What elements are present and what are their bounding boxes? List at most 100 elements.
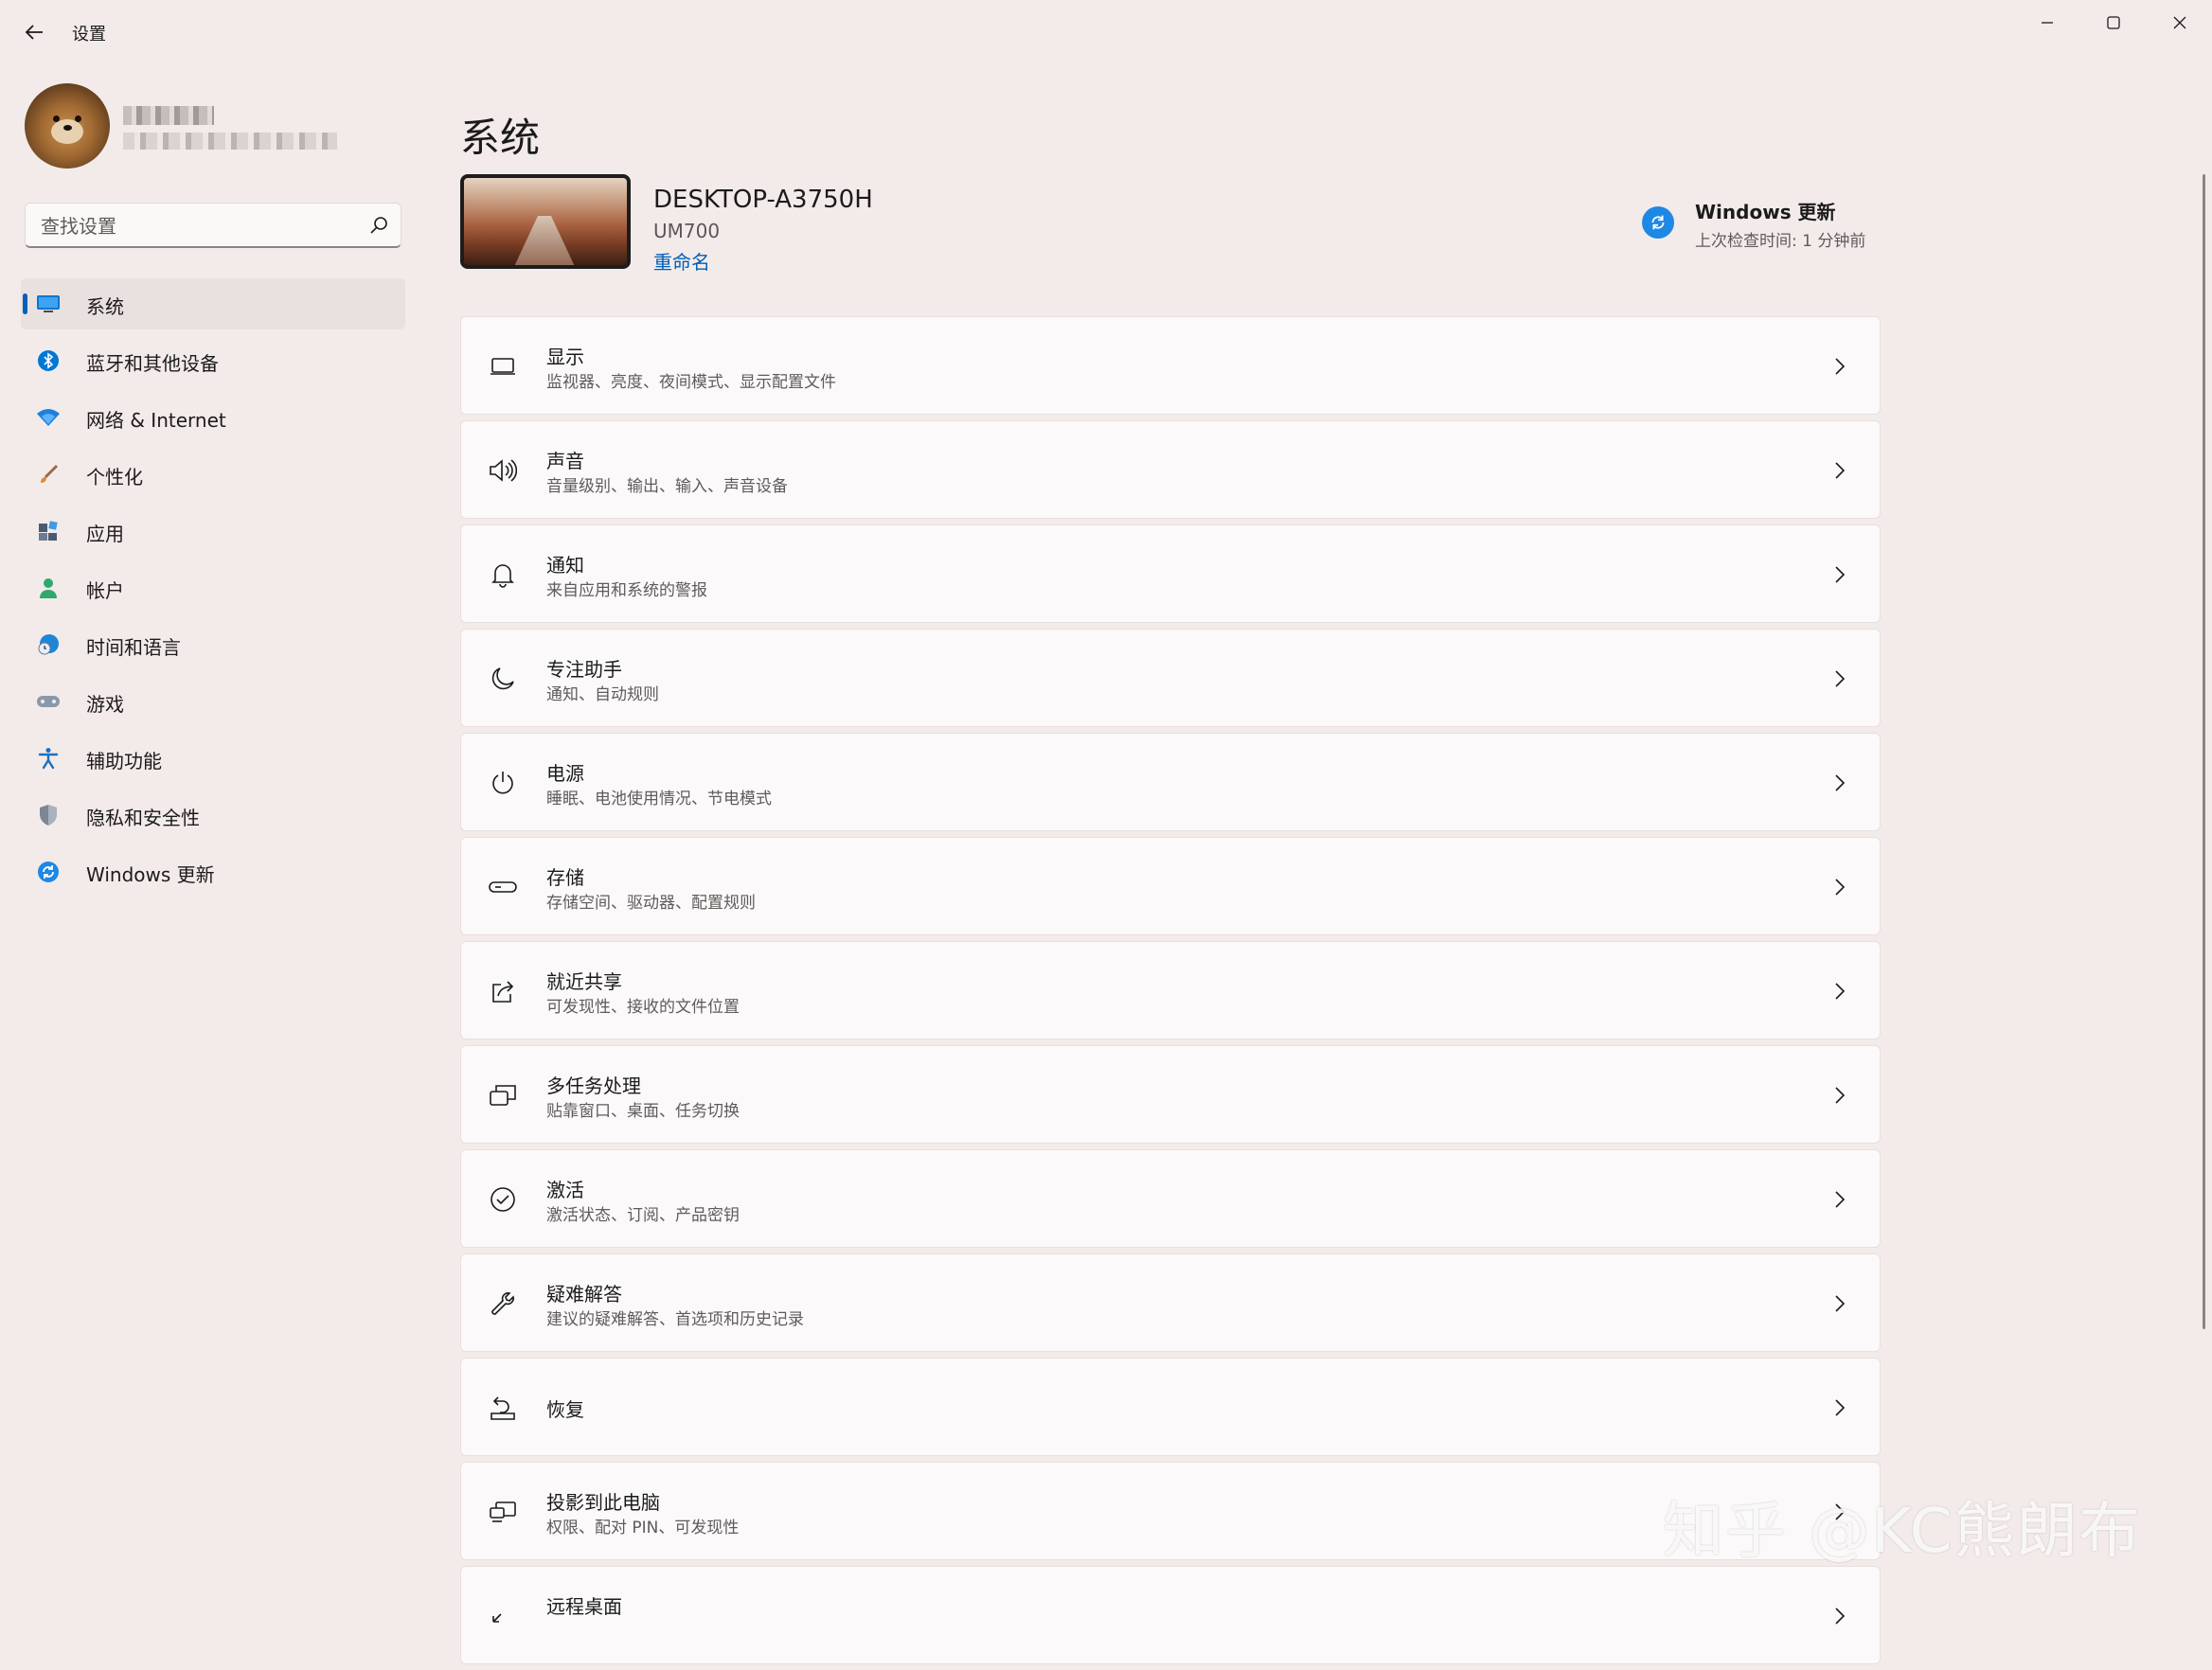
remote-desktop-icon bbox=[492, 1613, 502, 1623]
windows-update-last-checked: 上次检查时间: 1 分钟前 bbox=[1695, 232, 1866, 251]
brush-icon bbox=[41, 464, 59, 483]
multitask-icon bbox=[490, 1085, 516, 1106]
search-icon[interactable] bbox=[368, 215, 389, 236]
user-profile[interactable] bbox=[25, 83, 403, 170]
sidebar-item-time-language[interactable]: 时间和语言 bbox=[21, 619, 405, 670]
sidebar-item-privacy[interactable]: 隐私和安全性 bbox=[21, 790, 405, 841]
card-subtitle: 通知、自动规则 bbox=[546, 685, 659, 704]
close-button[interactable] bbox=[2148, 0, 2212, 45]
avatar bbox=[25, 83, 110, 169]
sidebar-item-windows-update[interactable]: Windows 更新 bbox=[21, 846, 405, 897]
card-title: 就近共享 bbox=[546, 970, 622, 993]
chevron-right-icon bbox=[1835, 774, 1846, 791]
card-subtitle: 贴靠窗口、桌面、任务切换 bbox=[546, 1102, 740, 1121]
device-name: DESKTOP-A3750H bbox=[653, 186, 873, 214]
chevron-right-icon bbox=[1835, 1087, 1846, 1104]
active-indicator bbox=[23, 293, 27, 314]
sidebar-item-label: 时间和语言 bbox=[86, 636, 181, 659]
shield-icon bbox=[40, 805, 57, 826]
sidebar-nav: 系统 蓝牙和其他设备 网络 & Internet 个性化 应用 帐户 时间和语言… bbox=[21, 278, 405, 903]
card-recovery[interactable]: 恢复 bbox=[460, 1358, 1881, 1456]
sidebar-item-accessibility[interactable]: 辅助功能 bbox=[21, 733, 405, 784]
watermark: 知乎 @KC熊朗布 bbox=[1663, 1497, 2142, 1567]
sidebar-item-gaming[interactable]: 游戏 bbox=[21, 676, 405, 727]
user-name-redacted bbox=[123, 106, 214, 125]
apps-icon bbox=[39, 521, 58, 541]
windows-update-title[interactable]: Windows 更新 bbox=[1695, 197, 1836, 224]
card-title: 显示 bbox=[546, 346, 584, 368]
rename-link[interactable]: 重命名 bbox=[653, 247, 710, 275]
sidebar-item-system[interactable]: 系统 bbox=[21, 278, 405, 329]
card-subtitle: 监视器、亮度、夜间模式、显示配置文件 bbox=[546, 373, 836, 392]
sidebar-item-label: 系统 bbox=[86, 295, 124, 318]
sidebar-item-apps[interactable]: 应用 bbox=[21, 506, 405, 557]
search-box[interactable] bbox=[25, 203, 401, 248]
card-title: 投影到此电脑 bbox=[546, 1491, 660, 1514]
back-button[interactable] bbox=[15, 13, 53, 51]
card-remote-desktop[interactable]: 远程桌面 bbox=[460, 1566, 1881, 1664]
card-subtitle: 可发现性、接收的文件位置 bbox=[546, 998, 740, 1017]
chevron-right-icon bbox=[1835, 1295, 1846, 1312]
title-bar: 设置 bbox=[0, 0, 2212, 68]
sidebar-item-bluetooth[interactable]: 蓝牙和其他设备 bbox=[21, 335, 405, 386]
card-power[interactable]: 电源 睡眠、电池使用情况、节电模式 bbox=[460, 733, 1881, 831]
display-icon bbox=[491, 358, 515, 375]
settings-list: 显示 监视器、亮度、夜间模式、显示配置文件 声音 音量级别、输出、输入、声音设备… bbox=[460, 316, 1881, 1670]
card-title: 激活 bbox=[546, 1179, 584, 1201]
wifi-icon bbox=[37, 409, 60, 426]
minimize-button[interactable] bbox=[2015, 0, 2079, 45]
card-subtitle: 音量级别、输出、输入、声音设备 bbox=[546, 477, 788, 496]
card-storage[interactable]: 存储 存储空间、驱动器、配置规则 bbox=[460, 837, 1881, 935]
globe-clock-icon bbox=[38, 634, 59, 655]
account-icon bbox=[40, 578, 57, 598]
card-subtitle: 权限、配对 PIN、可发现性 bbox=[546, 1519, 740, 1537]
sidebar-item-accounts[interactable]: 帐户 bbox=[21, 562, 405, 613]
maximize-button[interactable] bbox=[2081, 0, 2146, 45]
sidebar-item-label: 网络 & Internet bbox=[86, 409, 226, 432]
bell-icon bbox=[491, 564, 514, 588]
card-display[interactable]: 显示 监视器、亮度、夜间模式、显示配置文件 bbox=[460, 316, 1881, 415]
card-nearby-sharing[interactable]: 就近共享 可发现性、接收的文件位置 bbox=[460, 941, 1881, 1039]
chevron-right-icon bbox=[1835, 983, 1846, 1000]
card-subtitle: 存储空间、驱动器、配置规则 bbox=[546, 894, 756, 913]
card-subtitle: 睡眠、电池使用情况、节电模式 bbox=[546, 790, 772, 808]
card-title: 专注助手 bbox=[546, 658, 622, 681]
chevron-right-icon bbox=[1835, 1608, 1846, 1625]
sidebar-item-label: 个性化 bbox=[86, 466, 143, 489]
minimize-icon bbox=[2042, 22, 2053, 24]
share-icon bbox=[492, 981, 514, 1003]
card-troubleshoot[interactable]: 疑难解答 建议的疑难解答、首选项和历史记录 bbox=[460, 1253, 1881, 1352]
card-activation[interactable]: 激活 激活状态、订阅、产品密钥 bbox=[460, 1149, 1881, 1248]
wrench-icon bbox=[491, 1292, 514, 1315]
refresh-icon bbox=[1651, 215, 1665, 230]
sidebar-item-network[interactable]: 网络 & Internet bbox=[21, 392, 405, 443]
card-title: 远程桌面 bbox=[546, 1595, 622, 1618]
user-email-redacted bbox=[123, 133, 337, 150]
system-monitor-icon bbox=[37, 295, 60, 312]
card-notifications[interactable]: 通知 来自应用和系统的警报 bbox=[460, 524, 1881, 623]
chevron-right-icon bbox=[1835, 879, 1846, 896]
sidebar-item-personalization[interactable]: 个性化 bbox=[21, 449, 405, 500]
moon-icon bbox=[491, 667, 514, 690]
desktop-wallpaper-thumbnail bbox=[460, 174, 631, 269]
sidebar-item-label: 帐户 bbox=[86, 579, 124, 602]
card-title: 电源 bbox=[546, 762, 584, 785]
sidebar-item-label: 隐私和安全性 bbox=[86, 807, 200, 829]
power-icon bbox=[492, 772, 513, 794]
recovery-icon bbox=[491, 1396, 515, 1420]
chevron-right-icon bbox=[1835, 566, 1846, 583]
card-focus-assist[interactable]: 专注助手 通知、自动规则 bbox=[460, 629, 1881, 727]
check-circle-icon bbox=[491, 1187, 515, 1212]
bluetooth-icon bbox=[38, 350, 59, 371]
app-title: 设置 bbox=[72, 25, 106, 44]
speaker-icon bbox=[490, 459, 517, 482]
search-input[interactable] bbox=[39, 213, 355, 240]
chevron-right-icon bbox=[1835, 670, 1846, 687]
card-sound[interactable]: 声音 音量级别、输出、输入、声音设备 bbox=[460, 420, 1881, 519]
main-scrollbar[interactable] bbox=[2203, 174, 2205, 1329]
card-title: 疑难解答 bbox=[546, 1283, 622, 1306]
gamepad-icon bbox=[37, 696, 60, 707]
chevron-right-icon bbox=[1835, 1191, 1846, 1208]
windows-update-status-icon[interactable] bbox=[1642, 206, 1674, 239]
card-multitasking[interactable]: 多任务处理 贴靠窗口、桌面、任务切换 bbox=[460, 1045, 1881, 1144]
